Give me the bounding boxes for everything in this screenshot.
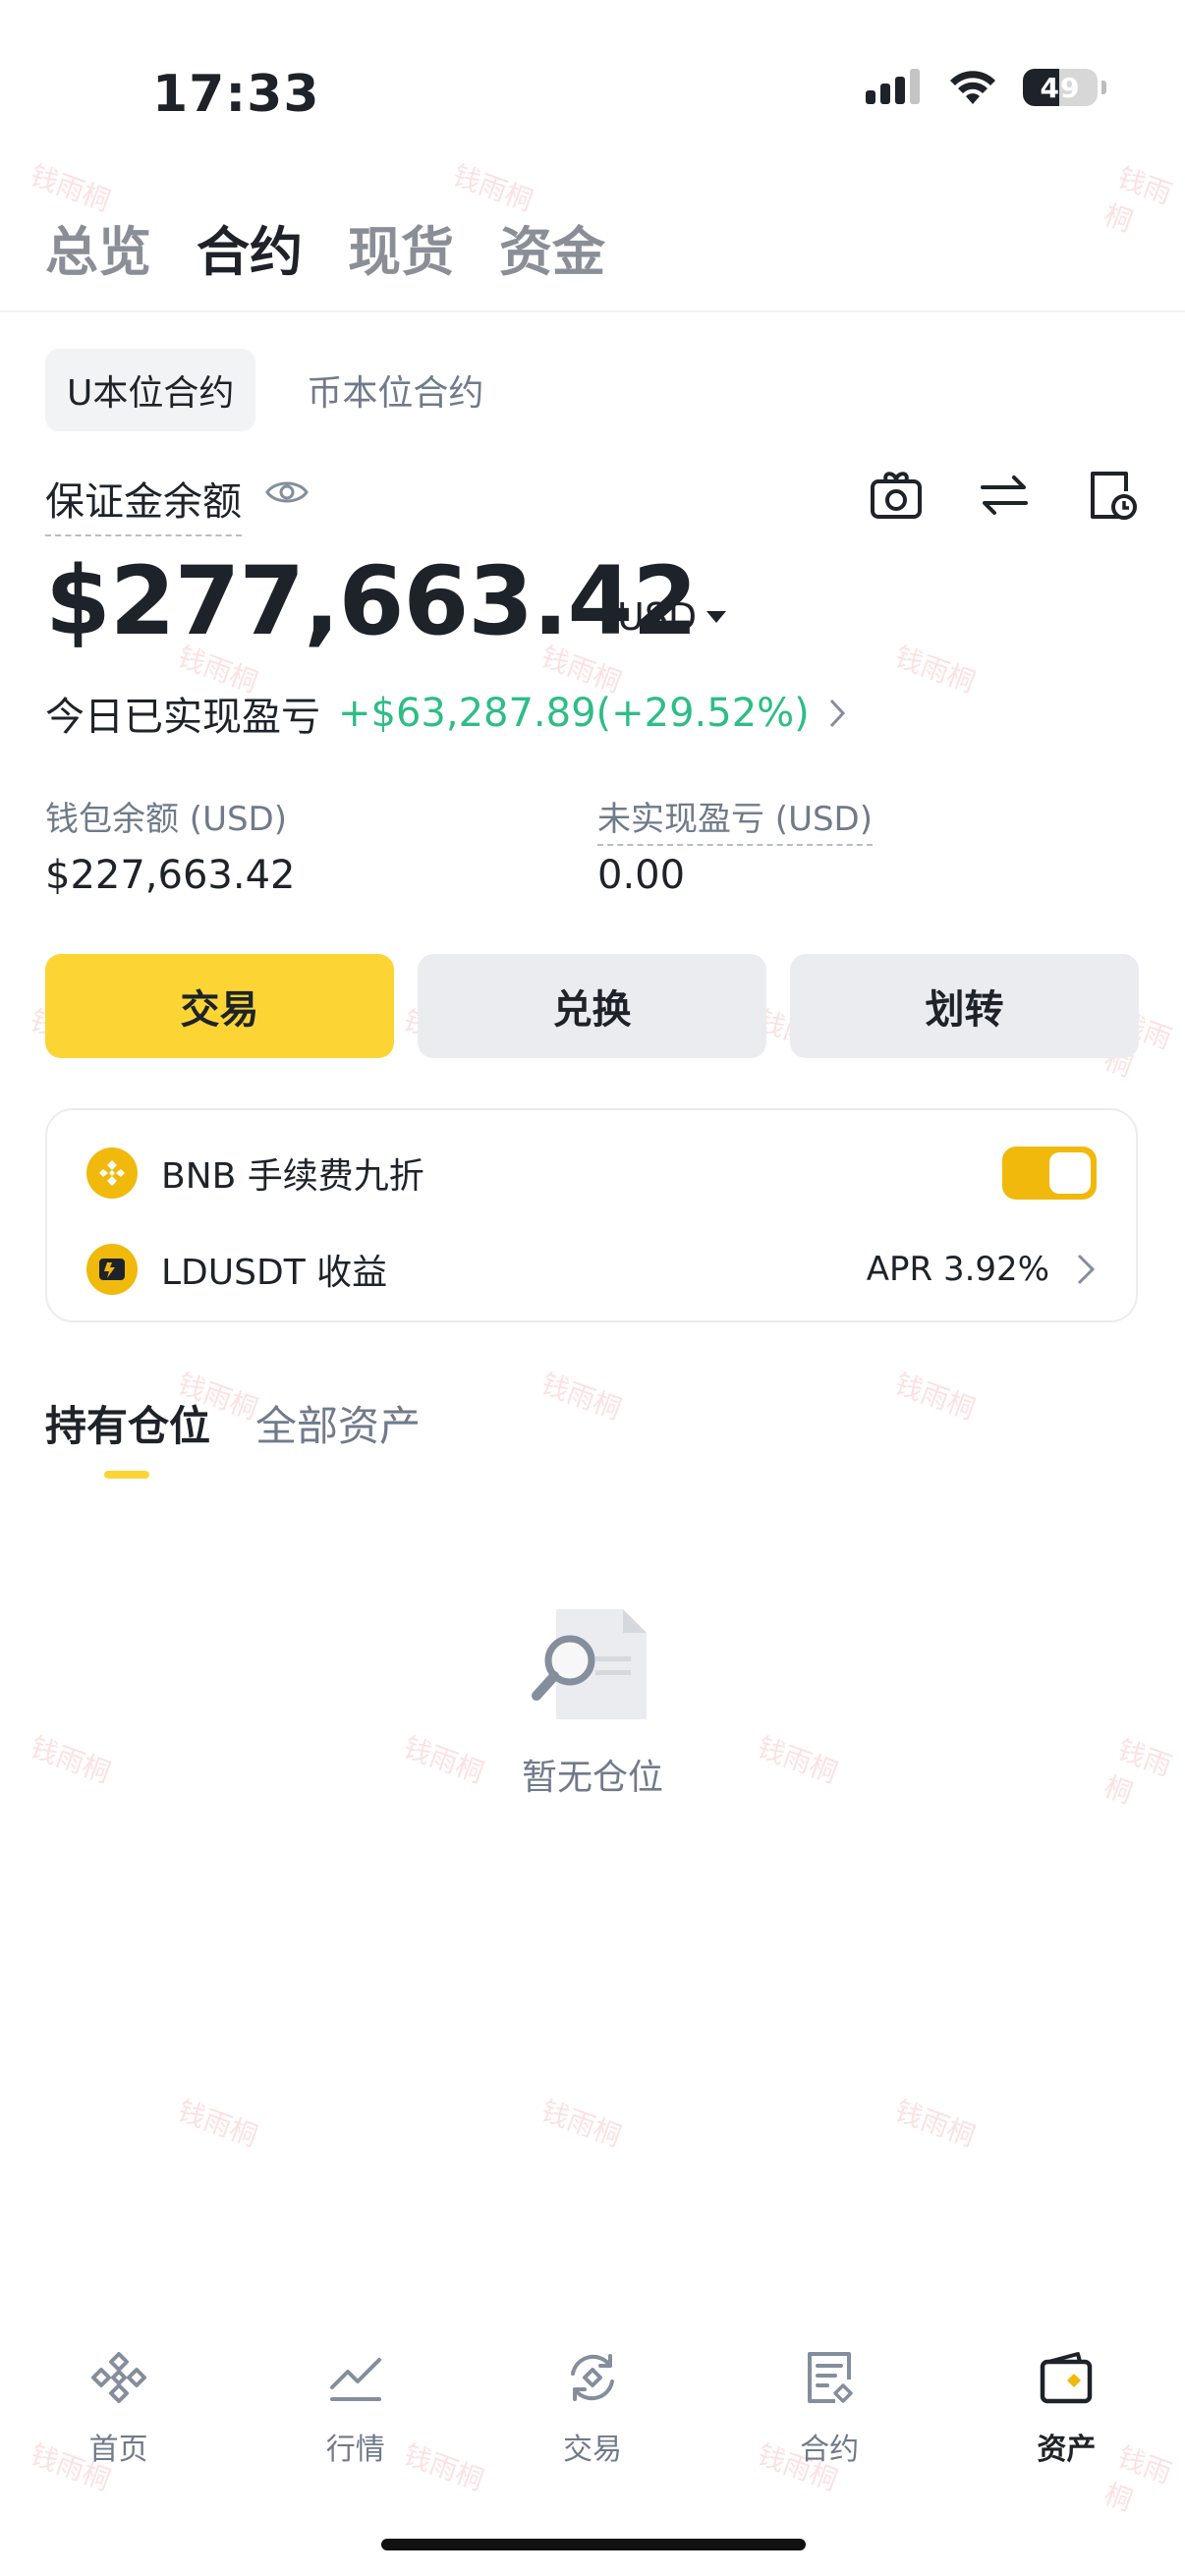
today-pnl-value: +$63,287.89(+29.52%) <box>338 691 810 736</box>
tab-all-assets[interactable]: 全部资产 <box>255 1393 421 1453</box>
cellular-signal-icon <box>866 69 920 104</box>
status-icons: 49 <box>866 69 1106 106</box>
exchange-cycle-icon <box>570 2354 614 2401</box>
tab-overview[interactable]: 总览 <box>45 208 151 286</box>
sub-tabs: U本位合约 币本位合约 <box>45 349 505 431</box>
empty-search-doc-icon <box>532 1609 647 1719</box>
ldusdt-earn-label: LDUSDT 收益 <box>161 1253 388 1293</box>
home-indicator <box>381 2539 806 2550</box>
watermark: 钱雨桐 <box>890 2094 980 2154</box>
position-tabs: 持有仓位 全部资产 <box>45 1393 421 1453</box>
battery-level: 49 <box>1040 71 1081 104</box>
tab-funding[interactable]: 资金 <box>499 208 605 286</box>
nav-trade-label: 交易 <box>562 2433 622 2467</box>
currency-label: USD <box>617 595 698 639</box>
bnb-discount-row: BNB 手续费九折 <box>86 1144 1097 1203</box>
ldusdt-apr-value: APR 3.92% <box>866 1250 1049 1289</box>
watermark: 钱雨桐 <box>536 1367 626 1427</box>
watermark: 钱雨桐 <box>536 2094 626 2154</box>
top-tabs: 总览 合约 现货 资金 <box>45 208 605 286</box>
ldusdt-earn-row[interactable]: LDUSDT 收益 APR 3.92% <box>86 1240 1097 1299</box>
transfer-arrows-icon[interactable] <box>977 468 1032 523</box>
watermark: 钱雨桐 <box>173 2094 262 2154</box>
status-time: 17:33 <box>152 65 320 124</box>
nav-markets[interactable]: 行情 <box>257 2348 454 2468</box>
subtab-usdm[interactable]: U本位合约 <box>45 349 256 431</box>
nav-markets-label: 行情 <box>325 2433 385 2467</box>
ldusdt-coin-icon <box>86 1244 138 1295</box>
chevron-right-icon <box>1077 1254 1096 1285</box>
watermark: 钱雨桐 <box>890 640 980 700</box>
wallet-balance-label: 钱包余额 (USD) <box>45 800 287 839</box>
subtab-coinm[interactable]: 币本位合约 <box>285 349 505 431</box>
watermark: 钱雨桐 <box>890 1367 980 1427</box>
chevron-right-icon <box>829 699 845 728</box>
nav-trade[interactable]: 交易 <box>494 2348 691 2468</box>
nav-futures-label: 合约 <box>800 2433 860 2467</box>
currency-selector[interactable]: USD <box>617 595 727 639</box>
nav-futures[interactable]: 合约 <box>731 2348 928 2468</box>
tab-active-indicator <box>104 1471 149 1479</box>
unrealized-pnl-label[interactable]: 未实现盈亏 (USD) <box>597 792 873 846</box>
today-pnl-row[interactable]: 今日已实现盈亏 +$63,287.89(+29.52%) <box>45 685 847 742</box>
eye-icon[interactable] <box>265 477 309 507</box>
gift-camera-icon[interactable] <box>869 468 924 523</box>
contract-doc-icon <box>808 2352 853 2403</box>
bnb-coin-icon <box>86 1148 138 1199</box>
action-buttons: 交易 兑换 划转 <box>45 954 1139 1058</box>
bottom-nav: 首页 行情 交易 合约 资产 <box>0 2348 1185 2468</box>
wifi-icon <box>950 71 995 104</box>
margin-balance-value: $277,663.42 <box>45 546 698 656</box>
tab-futures[interactable]: 合约 <box>197 208 303 286</box>
chart-trend-icon <box>329 2358 381 2401</box>
history-doc-icon[interactable] <box>1085 468 1140 523</box>
wallet-balance-value: $227,663.42 <box>45 853 296 898</box>
nav-home[interactable]: 首页 <box>21 2348 217 2468</box>
unrealized-pnl-value: 0.00 <box>597 853 686 898</box>
today-pnl-label: 今日已实现盈亏 <box>45 695 320 740</box>
wallet-icon <box>1041 2352 1093 2404</box>
battery-nub <box>1101 81 1106 94</box>
battery-icon: 49 <box>1023 69 1098 106</box>
nav-assets[interactable]: 资产 <box>968 2348 1164 2468</box>
transfer-button[interactable]: 划转 <box>790 954 1139 1058</box>
tool-icons <box>869 468 1140 523</box>
tab-open-positions[interactable]: 持有仓位 <box>45 1393 210 1453</box>
bnb-discount-toggle[interactable] <box>1002 1147 1097 1200</box>
empty-state-text: 暂无仓位 <box>521 1758 663 1798</box>
watermark: 钱雨桐 <box>1100 161 1176 239</box>
margin-balance-label[interactable]: 保证金余额 <box>45 470 242 536</box>
top-divider <box>0 310 1185 312</box>
nav-home-label: 首页 <box>88 2433 148 2467</box>
convert-button[interactable]: 兑换 <box>418 954 766 1058</box>
tab-spot[interactable]: 现货 <box>348 208 454 286</box>
caret-down-icon <box>706 611 727 623</box>
options-card: BNB 手续费九折 LDUSDT 收益 APR 3.92% <box>45 1108 1138 1322</box>
bnb-discount-label: BNB 手续费九折 <box>161 1156 424 1197</box>
nav-assets-label: 资产 <box>1037 2433 1097 2467</box>
binance-logo-icon <box>90 2352 146 2403</box>
trade-button[interactable]: 交易 <box>45 954 394 1058</box>
